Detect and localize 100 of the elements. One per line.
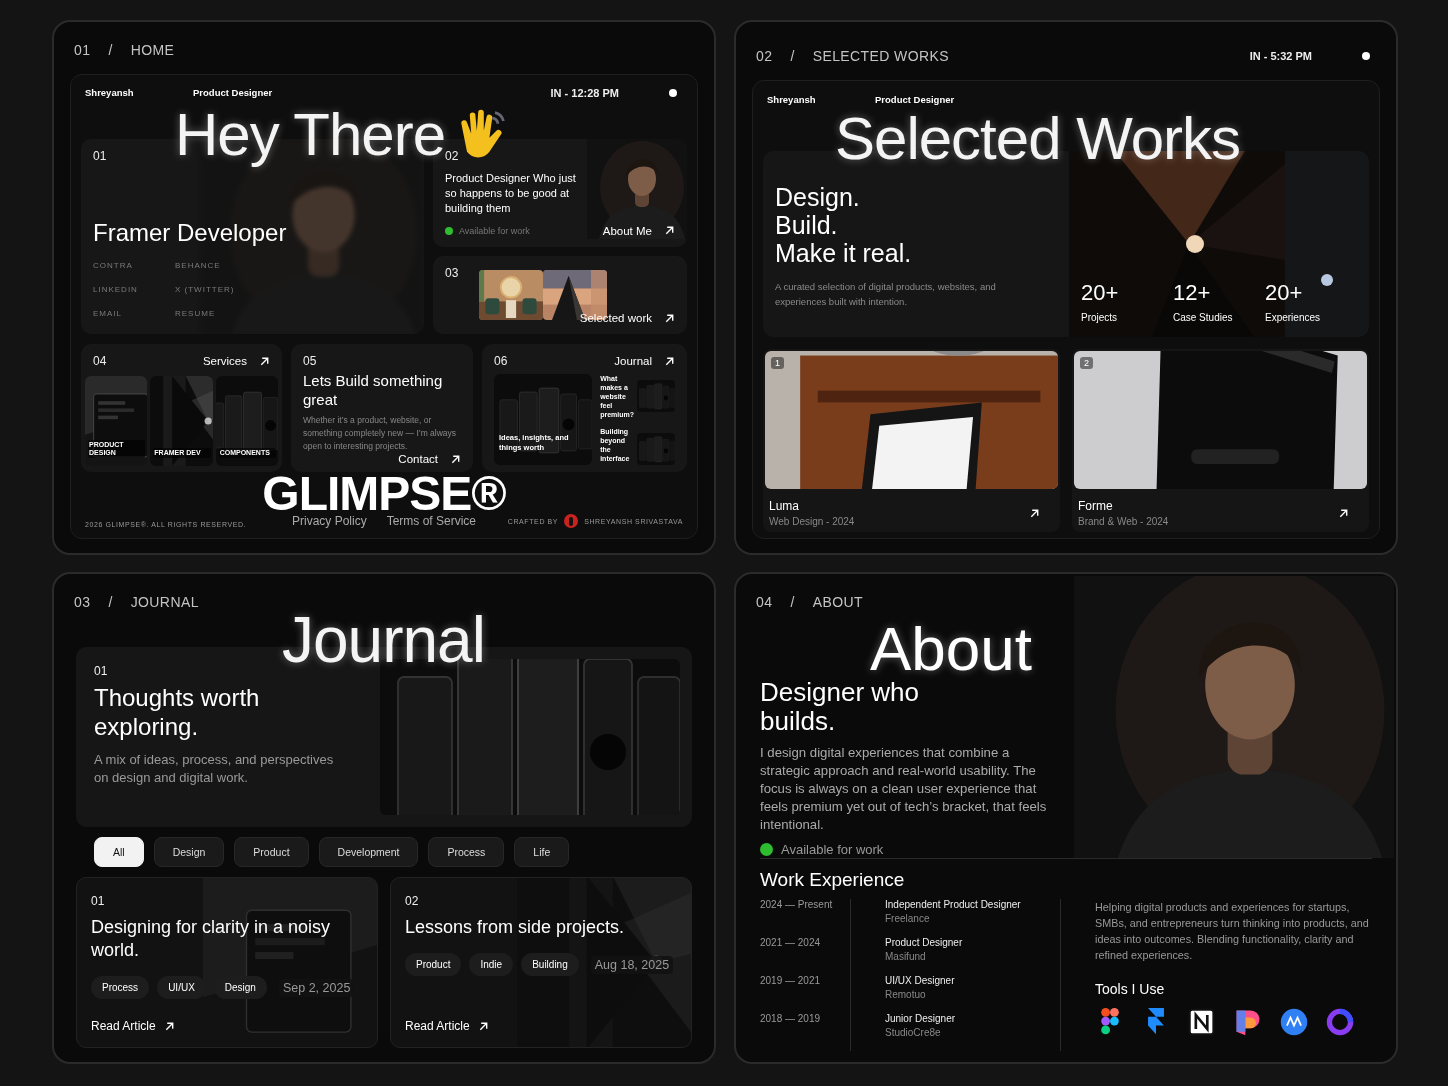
filter-chip[interactable]: Product [234,837,309,868]
tag: Process [91,976,150,1000]
company-name: Freelance [885,913,931,924]
breadcrumb-text: / [108,593,113,610]
card-number: 02 [445,148,460,163]
filter-chip[interactable]: Design [153,837,225,868]
card-number: 02 [405,894,420,909]
boxed-logo-icon [1187,1007,1217,1037]
job-title: Independent Product Designer [885,899,1022,910]
headline: Hey There [175,105,446,165]
filter-chip[interactable]: Life [514,837,570,868]
stat-value: 20+ [1081,280,1120,306]
period-text: 2024 — Present [760,899,834,912]
dot-icon [669,88,677,97]
card-title: Framer Developer [93,219,288,247]
services-link[interactable]: Services [202,355,270,367]
hero-title: Design. [775,183,861,211]
time-text: IN - 12:28 PM [550,86,619,99]
about-text: I design digital experiences that combine a strategic approach and real-world usability. The focus is always on a clean user experience that feels premium yet out of tech’s bracket, that feels intentional. [760,744,1048,834]
job-title: Product Designer [885,937,964,948]
job-title: UI/UX Designer [885,975,956,986]
breadcrumb-text: 02 [756,48,773,64]
social-link[interactable]: BEHANCE [175,261,412,270]
project-name: Luma [769,499,801,513]
section-title: Work Experience [760,869,906,891]
company-name: StudioCre8e [885,1027,942,1038]
filter-chip[interactable]: Process [428,837,505,868]
tag: Indie [469,953,514,977]
site-name: Shreyansh [767,93,817,105]
card-text: Product Designer Who just so happens to be good at building them [445,170,577,216]
breadcrumb-text: 03 [74,593,91,610]
social-link[interactable]: X (TWITTER) [175,285,412,294]
summary-text: Helping digital products and experiences for startups, SMBs, and entrepreneurs turn thinking into products, and ideas into outcomes. Blending functionality, clarity and refined experiences. [1095,900,1370,963]
card-title: Lets Build something great [303,371,444,409]
card-number: 04 [93,354,107,368]
social-link[interactable]: LINKEDIN [93,285,175,294]
tag: Design [213,976,267,1000]
hero-title: Build. [775,211,839,239]
read-article-link[interactable]: Read Article [405,1019,677,1033]
filter-chip[interactable]: All [94,837,144,868]
social-link[interactable]: EMAIL [93,309,175,318]
project-card[interactable]: 1 Luma Web Design - 2024 [763,349,1060,532]
card-number: 01 [91,894,106,909]
role-text: Product Designer [193,87,273,99]
breadcrumb-text: / [108,42,113,58]
project-name: Forme [1078,499,1114,513]
headline: Selected Works [835,109,1241,169]
tag: Building [521,953,579,977]
stat-value: 20+ [1265,280,1304,306]
card-number: 03 [445,265,460,280]
social-link[interactable]: CONTRA [93,261,175,270]
status-dot-icon [760,843,773,856]
journal-link[interactable]: Journal [614,355,675,367]
time-text: IN - 5:32 PM [1249,50,1312,62]
hero-text: A curated selection of digital products, websites, and experiences built with intention. [775,280,997,309]
breadcrumb-text: 04 [756,594,773,610]
card-number: 05 [303,354,318,368]
headline: Journal [282,608,485,672]
site-name: Shreyansh [85,87,135,99]
about-title: Designer who builds. [760,678,920,736]
work-link[interactable]: Selected work [579,312,675,324]
breadcrumb-text: JOURNAL [130,593,199,610]
footer-link[interactable]: Privacy Policy [291,514,367,528]
social-link[interactable]: RESUME [175,309,412,318]
role-text: Product Designer [875,93,955,105]
tag: Product [405,953,462,977]
article-title: Lessons from side projects. [405,916,626,940]
status-text: Available for work [781,842,884,857]
footer-link[interactable]: Terms of Service [386,514,476,528]
project-card[interactable]: 2 Forme Brand & Web - 2024 [1072,349,1369,532]
avatar-icon [564,514,579,528]
breadcrumb-text: 01 [74,42,91,58]
dot-icon [1362,52,1370,60]
status-text: Available for work [459,225,530,236]
ring-icon [1325,1007,1355,1037]
hero-text: A mix of ideas, process, and perspectives on design and digital work. [94,751,335,788]
hero-title: Make it real. [775,239,913,267]
company-name: Remotuo [885,989,927,1000]
breadcrumb-text: ABOUT [812,594,863,610]
arrow-icon [1029,507,1040,519]
card-text: Whether it’s a product, website, or something completely new — I’m always open to interesting projects. [303,414,458,453]
breadcrumb-text: / [790,48,795,64]
arrow-icon [450,453,461,465]
tag: UI/UX [157,976,206,1000]
contact-link[interactable]: Contact [398,453,461,465]
read-article-link[interactable]: Read Article [91,1019,363,1033]
period-text: 2018 — 2019 [760,1013,822,1026]
project-number: 2 [1080,357,1093,369]
filter-chip[interactable]: Development [318,837,419,868]
project-meta: Web Design - 2024 [769,516,855,527]
section-title: Tools I Use [1095,981,1166,997]
arrow-icon [664,225,675,237]
stat-value: 12+ [1173,280,1212,306]
brand-logo: GLIMPSE® [262,472,506,516]
stat-label: Case Studies [1173,312,1234,323]
project-number: 1 [771,357,784,369]
card-number: 01 [94,664,108,679]
arrow-icon [477,1020,489,1032]
arrow-icon [259,355,270,367]
article-title: Designing for clarity in a noisy world. [91,916,332,963]
